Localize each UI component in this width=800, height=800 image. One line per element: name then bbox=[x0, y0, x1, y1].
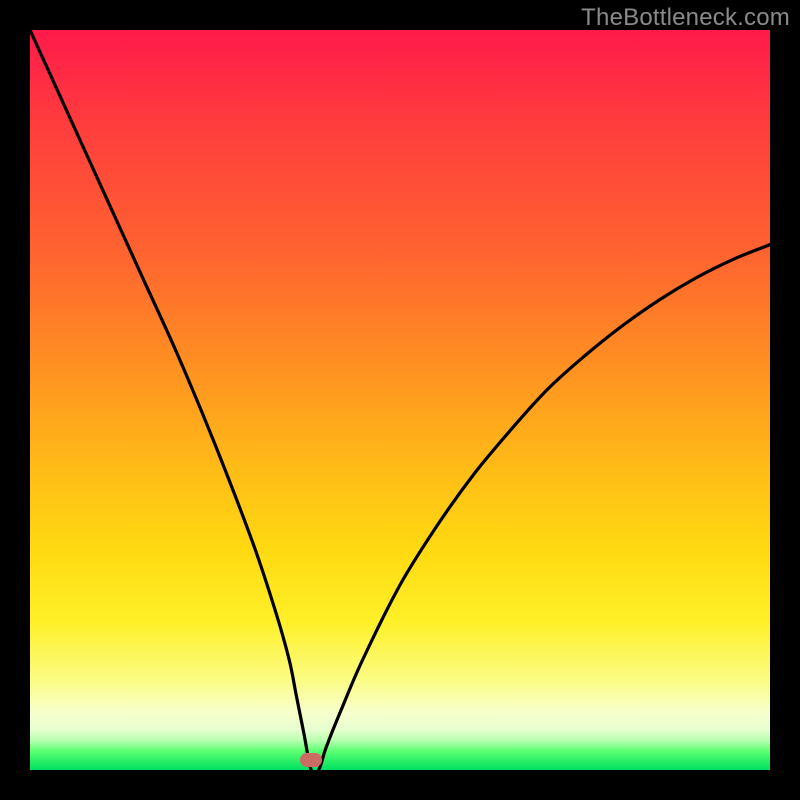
optimal-marker bbox=[300, 753, 322, 767]
chart-frame: TheBottleneck.com bbox=[0, 0, 800, 800]
bottleneck-curve bbox=[30, 30, 770, 770]
watermark-text: TheBottleneck.com bbox=[581, 4, 790, 32]
plot-area bbox=[30, 30, 770, 770]
